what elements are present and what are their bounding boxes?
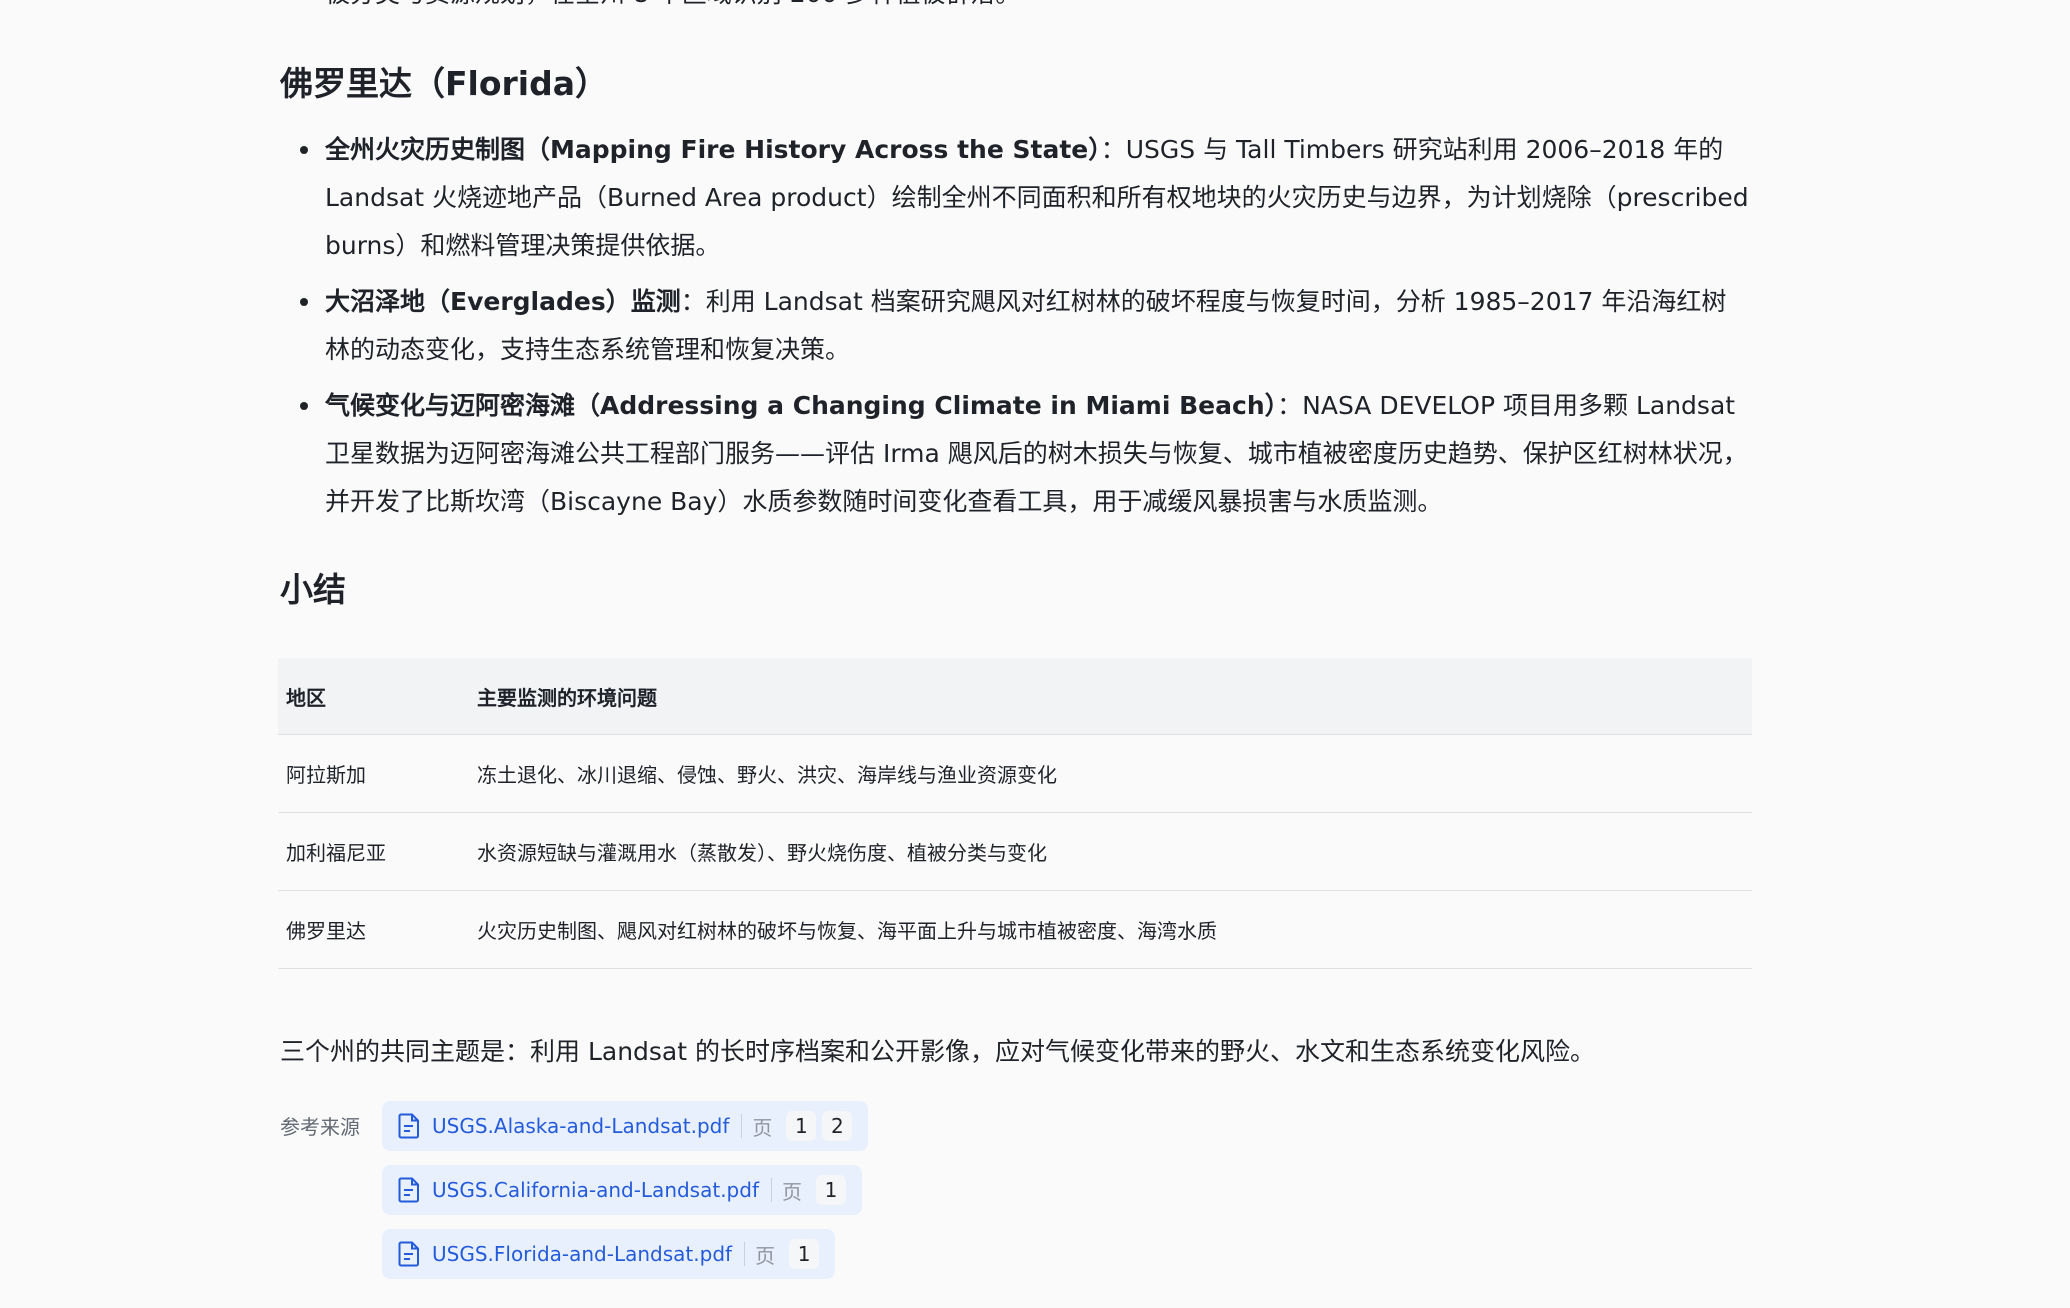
table-cell-issues: 火灾历史制图、飓风对红树林的破坏与恢复、海平面上升与城市植被密度、海湾水质: [469, 890, 1752, 969]
page-number-badge[interactable]: 1: [789, 1239, 820, 1269]
chat-answer-page: 被分类与资源规划，在全州 8 个区域识别 200 多种植被群落。 佛罗里达（Fl…: [0, 0, 2070, 1308]
list-item: 大沼泽地（Everglades）监测：利用 Landsat 档案研究飓风对红树林…: [280, 278, 1750, 374]
table-row: 佛罗里达 火灾历史制图、飓风对红树林的破坏与恢复、海平面上升与城市植被密度、海湾…: [278, 890, 1752, 969]
table-cell-issues: 冻土退化、冰川退缩、侵蚀、野火、洪灾、海岸线与渔业资源变化: [469, 734, 1752, 813]
summary-conclusion: 三个州的共同主题是：利用 Landsat 的长时序档案和公开影像，应对气候变化带…: [280, 1037, 1596, 1066]
page-label: 页: [752, 1115, 773, 1140]
list-item: 全州火灾历史制图（Mapping Fire History Across the…: [280, 126, 1750, 270]
divider: [741, 1114, 743, 1138]
page-label: 页: [755, 1243, 776, 1268]
list-item-title: 大沼泽地（Everglades）监测: [325, 287, 681, 316]
list-item-title: 气候变化与迈阿密海滩（Addressing a Changing Climate…: [325, 391, 1278, 420]
previous-paragraph-fragment: 被分类与资源规划，在全州 8 个区域识别 200 多种植被群落。: [325, 0, 1745, 14]
divider: [744, 1242, 746, 1266]
document-icon: [398, 1241, 419, 1267]
table-row: 加利福尼亚 水资源短缺与灌溉用水（蒸散发）、野火烧伤度、植被分类与变化: [278, 812, 1752, 891]
list-item-title: 全州火灾历史制图（Mapping Fire History Across the…: [325, 135, 1101, 164]
table-cell-issues: 水资源短缺与灌溉用水（蒸散发）、野火烧伤度、植被分类与变化: [469, 812, 1752, 891]
document-icon: [398, 1177, 419, 1203]
list-item: 气候变化与迈阿密海滩（Addressing a Changing Climate…: [280, 382, 1750, 526]
florida-list: 全州火灾历史制图（Mapping Fire History Across the…: [280, 126, 1750, 534]
page-number-badge[interactable]: 1: [786, 1111, 817, 1141]
table-cell-region: 佛罗里达: [278, 890, 469, 969]
table-cell-region: 加利福尼亚: [278, 812, 469, 891]
reference-chip-alaska[interactable]: USGS.Alaska-and-Landsat.pdf 页 1 2: [382, 1101, 869, 1151]
table-cell-region: 阿拉斯加: [278, 734, 469, 813]
summary-table: 地区 主要监测的环境问题 阿拉斯加 冻土退化、冰川退缩、侵蚀、野火、洪灾、海岸线…: [278, 658, 1752, 969]
references-label: 参考来源: [280, 1115, 360, 1139]
document-icon: [398, 1113, 419, 1139]
florida-heading: 佛罗里达（Florida）: [280, 64, 609, 103]
reference-file-name[interactable]: USGS.Alaska-and-Landsat.pdf: [432, 1114, 729, 1138]
table-row: 阿拉斯加 冻土退化、冰川退缩、侵蚀、野火、洪灾、海岸线与渔业资源变化: [278, 734, 1752, 813]
reference-chip-florida[interactable]: USGS.Florida-and-Landsat.pdf 页 1: [382, 1229, 836, 1279]
summary-heading: 小结: [280, 570, 346, 609]
table-header-region: 地区: [278, 658, 469, 735]
table-header-issues: 主要监测的环境问题: [469, 658, 1752, 735]
page-label: 页: [782, 1179, 802, 1204]
divider: [771, 1178, 772, 1202]
reference-file-name[interactable]: USGS.California-and-Landsat.pdf: [432, 1178, 759, 1202]
page-number-badge[interactable]: 2: [822, 1111, 853, 1141]
table-header-row: 地区 主要监测的环境问题: [278, 658, 1752, 735]
page-number-badge[interactable]: 1: [816, 1175, 846, 1205]
reference-file-name[interactable]: USGS.Florida-and-Landsat.pdf: [432, 1242, 732, 1266]
reference-chip-california[interactable]: USGS.California-and-Landsat.pdf 页 1: [382, 1165, 862, 1215]
